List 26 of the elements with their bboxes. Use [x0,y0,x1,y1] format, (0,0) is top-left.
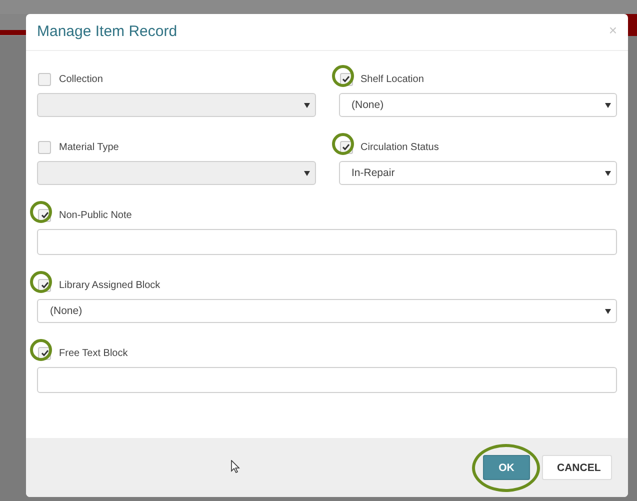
select-field[interactable]: (None) [37,299,617,323]
dialog-title: Manage Item Record [37,23,178,40]
checkmark-icon [40,349,48,357]
input-field[interactable] [37,229,617,255]
caret-icon [605,308,611,314]
input-field[interactable] [37,367,617,393]
field-label: Non-Public Note [59,210,132,220]
field-label: Library Assigned Block [59,280,160,290]
caret-icon [304,102,310,108]
checkmark-icon [342,143,350,151]
field-label: Shelf Location [360,74,424,84]
checkmark-icon [342,75,350,83]
cursor-icon [231,460,240,473]
caret-icon [605,170,611,176]
field-label: Free Text Block [59,348,128,358]
ok-button[interactable]: OK [483,455,530,480]
caret-icon [605,102,611,108]
select-field[interactable]: In-Repair [338,161,617,185]
cancel-button[interactable]: CANCEL [542,455,612,480]
checkmark-icon [40,211,48,219]
field-label: Collection [59,74,103,84]
caret-icon [304,170,310,176]
select-field[interactable]: (None) [338,93,617,117]
checkmark-icon [40,281,48,289]
field-label: Circulation Status [360,142,439,152]
field-label: Material Type [59,142,119,152]
